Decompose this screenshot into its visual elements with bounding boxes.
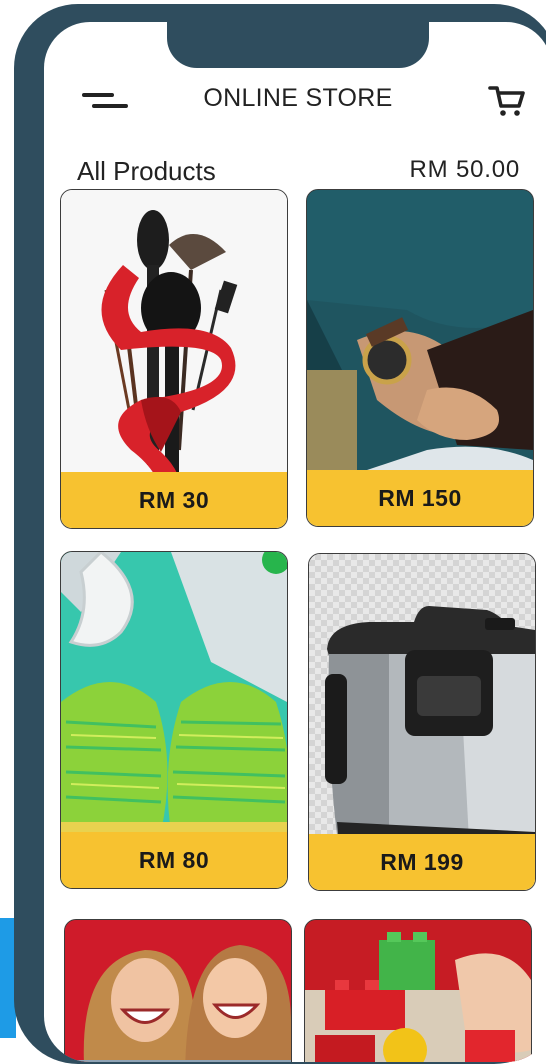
product-card-makeup-brushes[interactable]: RM 30 — [60, 189, 288, 529]
smiling-girls-image — [65, 920, 291, 1062]
shopping-cart-icon[interactable] — [487, 82, 527, 118]
page-title: ONLINE STORE — [203, 84, 393, 112]
wallet-balance: RM 50.00 — [409, 156, 520, 183]
toy-blocks-image — [305, 920, 531, 1062]
product-card-rice-cooker[interactable]: RM 199 — [308, 553, 536, 891]
phone-notch — [167, 22, 429, 68]
price-tag: RM 80 — [61, 832, 287, 888]
section-title: All Products — [77, 156, 216, 186]
price-tag: RM 150 — [307, 470, 533, 526]
price-tag: RM 30 — [61, 472, 287, 528]
product-card-wrist-watch[interactable]: RM 150 — [306, 189, 534, 527]
phone-frame: ONLINE STORE All Products RM 50.00 RM 30… — [14, 4, 546, 1064]
product-card-toy-blocks[interactable] — [304, 919, 532, 1062]
app-screen: ONLINE STORE All Products RM 50.00 RM 30… — [44, 22, 546, 1062]
product-card-smiling-girls[interactable] — [64, 919, 292, 1062]
product-card-green-sneakers[interactable]: RM 80 — [60, 551, 288, 889]
price-tag: RM 199 — [309, 834, 535, 890]
